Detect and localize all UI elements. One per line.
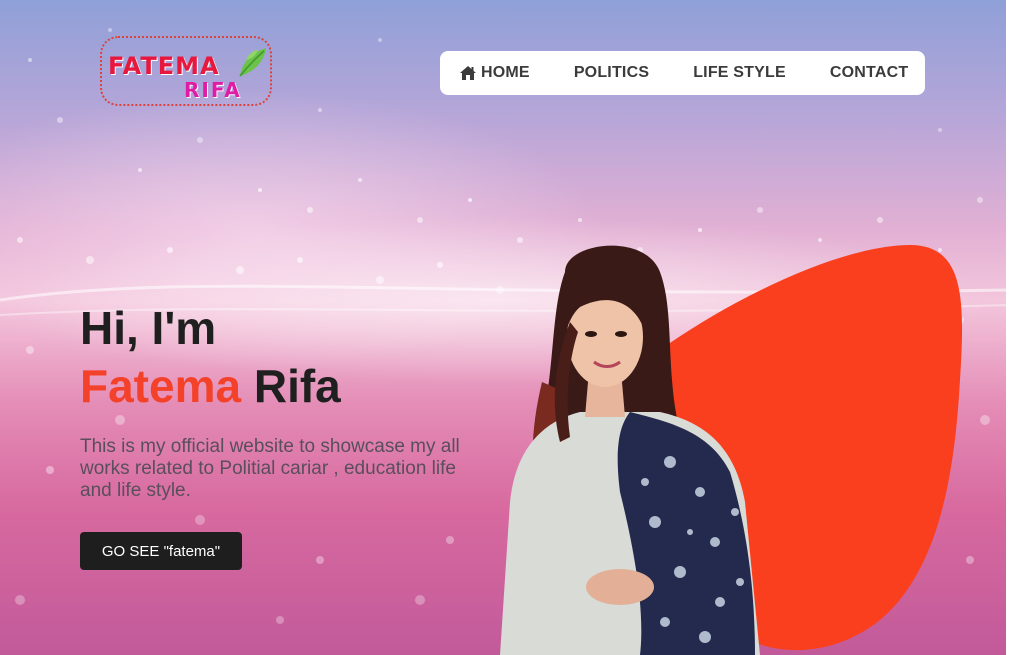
hero-greeting: Hi, I'm xyxy=(80,302,217,354)
nav-item-home-label: HOME xyxy=(481,64,530,81)
nav-item-contact[interactable]: CONTACT xyxy=(830,64,908,82)
nav-item-politics-label: POLITICS xyxy=(573,64,650,81)
go-see-button[interactable]: GO SEE "fatema" xyxy=(80,532,242,570)
main-nav: HOME POLITICS LIFE STYLE CONTACT xyxy=(440,51,925,95)
nav-item-life-style-label: LIFE STYLE xyxy=(693,64,786,81)
nav-item-contact-label: CONTACT xyxy=(829,64,909,81)
site-logo[interactable]: FATEMA RIFA xyxy=(100,36,272,106)
nav-item-home[interactable]: HOME xyxy=(459,64,530,82)
nav-item-life-style[interactable]: LIFE STYLE xyxy=(693,64,786,82)
home-icon xyxy=(460,66,476,80)
hero-first-name: Fatema xyxy=(80,360,242,412)
hero-last-name: Rifa xyxy=(253,360,341,412)
logo-text-rifa: RIFA xyxy=(184,78,242,102)
leaf-icon xyxy=(239,48,266,77)
hero-name: Fatema Rifa xyxy=(80,359,341,413)
hero-description: This is my official website to showcase … xyxy=(80,436,460,501)
logo-text-fatema: FATEMA xyxy=(108,52,220,80)
portrait-image xyxy=(500,245,760,655)
hero-page: FATEMA RIFA HOME POLITICS LIFE STYLE CON… xyxy=(0,0,1009,655)
nav-item-politics[interactable]: POLITICS xyxy=(574,64,649,82)
